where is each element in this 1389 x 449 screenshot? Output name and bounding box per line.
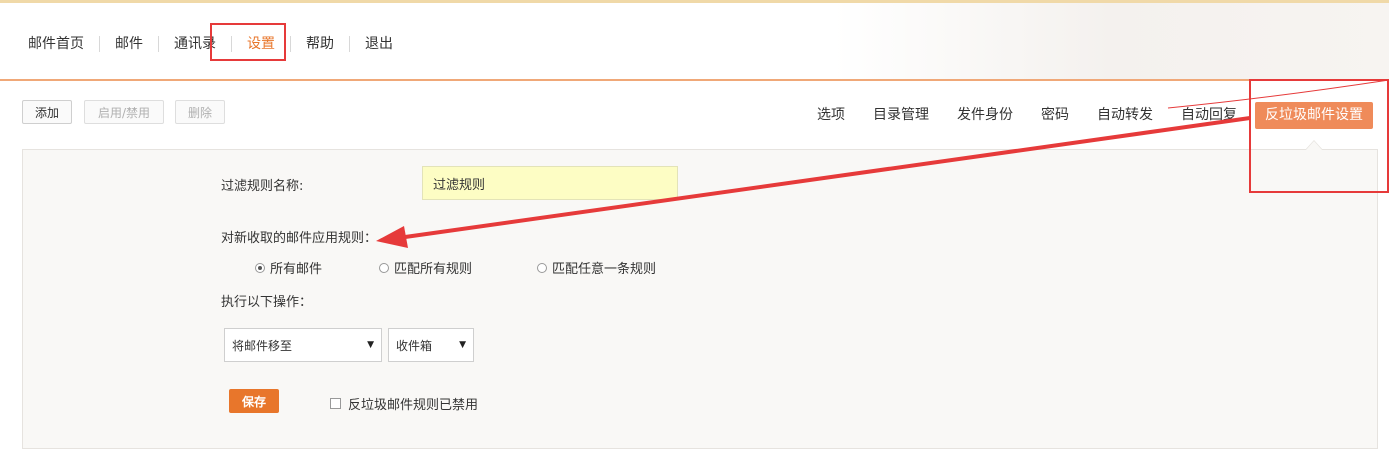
dropdown-caret-icon: ▼	[459, 340, 466, 350]
add-button[interactable]: 添加	[22, 100, 72, 124]
checkbox-label: 反垃圾邮件规则已禁用	[348, 398, 479, 413]
action-label: 执行以下操作：	[221, 295, 313, 310]
radio-all-mail[interactable]: 所有邮件	[255, 258, 322, 277]
tab-password[interactable]: 密码	[1027, 102, 1083, 129]
rule-name-label: 过滤规则名称:	[221, 179, 304, 194]
tab-auto-reply[interactable]: 自动回复	[1167, 102, 1251, 129]
nav-logout[interactable]: 退出	[350, 33, 408, 55]
header-bar: 邮件首页 邮件 通讯录 设置 帮助 退出	[0, 3, 1389, 79]
action-select[interactable]: 将邮件移至 ▼	[224, 328, 382, 362]
tab-sender-identity[interactable]: 发件身份	[943, 102, 1027, 129]
radio-button[interactable]	[379, 262, 389, 273]
tab-options[interactable]: 选项	[803, 102, 859, 129]
action-select-value: 将邮件移至	[232, 338, 293, 353]
radio-label: 所有邮件	[270, 262, 323, 277]
nav-mail[interactable]: 邮件	[100, 33, 158, 55]
dropdown-caret-icon: ▼	[367, 340, 374, 350]
delete-button[interactable]: 删除	[175, 100, 225, 124]
apply-rule-label: 对新收取的邮件应用规则：	[221, 231, 378, 246]
header-divider	[0, 79, 1389, 81]
radio-button-checked[interactable]	[255, 262, 265, 273]
nav-help[interactable]: 帮助	[291, 33, 349, 55]
radio-label: 匹配任意一条规则	[552, 262, 657, 277]
save-button[interactable]: 保存	[229, 389, 279, 413]
radio-match-any[interactable]: 匹配任意一条规则	[537, 258, 656, 277]
nav-mail-home[interactable]: 邮件首页	[20, 33, 99, 55]
annotation-box-anti-spam	[1249, 79, 1389, 193]
rule-name-input[interactable]	[422, 166, 678, 200]
radio-match-all[interactable]: 匹配所有规则	[379, 258, 472, 277]
tab-auto-forward[interactable]: 自动转发	[1083, 102, 1167, 129]
radio-button[interactable]	[537, 262, 547, 273]
folder-select[interactable]: 收件箱 ▼	[388, 328, 474, 362]
mail-settings-page: 邮件首页 邮件 通讯录 设置 帮助 退出 添加 启用/禁用 删除 选项 目录管理…	[0, 0, 1389, 449]
checkbox-box[interactable]	[330, 398, 341, 409]
annotation-box-settings	[210, 23, 286, 61]
anti-spam-disabled-checkbox[interactable]: 反垃圾邮件规则已禁用	[330, 394, 478, 413]
radio-label: 匹配所有规则	[394, 262, 473, 277]
enable-disable-button[interactable]: 启用/禁用	[84, 100, 164, 124]
folder-select-value: 收件箱	[396, 338, 433, 353]
tab-folder-management[interactable]: 目录管理	[859, 102, 943, 129]
